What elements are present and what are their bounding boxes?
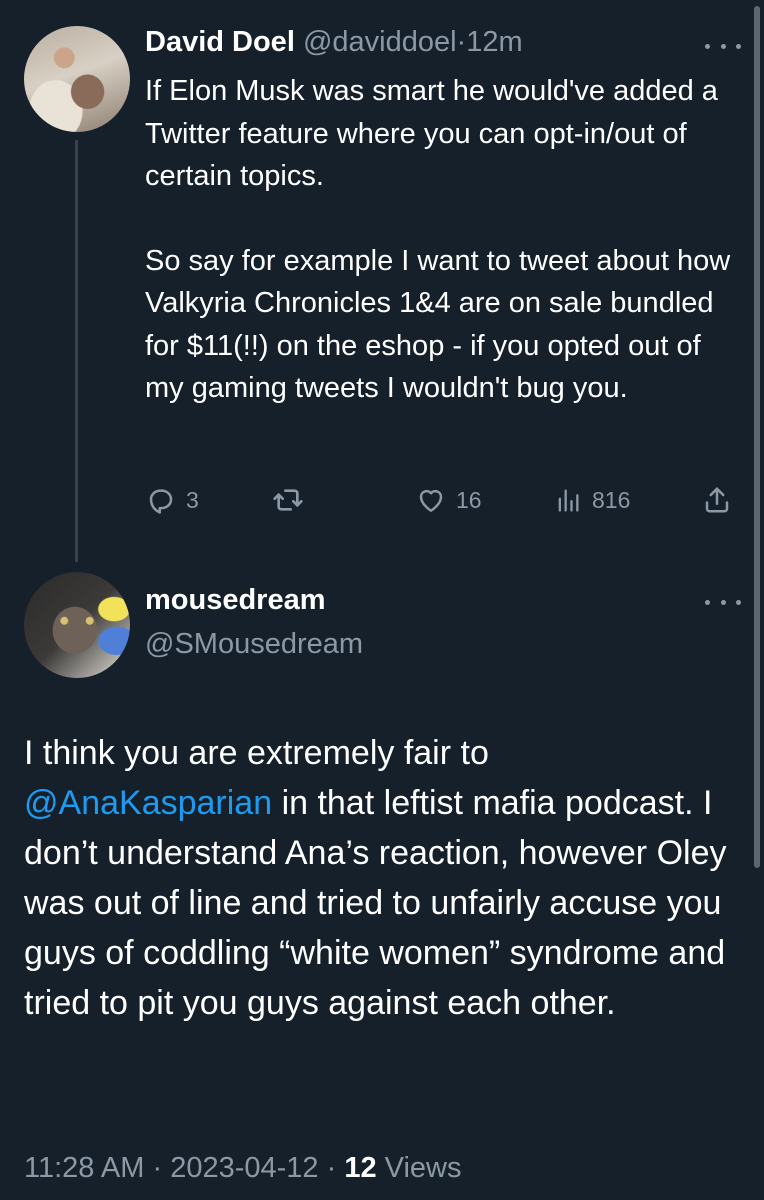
- focused-tweet-text: I think you are extremely fair to @AnaKa…: [24, 728, 740, 1028]
- tweet-text-start: I think you are extremely fair to: [24, 734, 489, 772]
- like-button[interactable]: 16: [416, 476, 482, 524]
- views-button[interactable]: 816: [554, 476, 630, 524]
- retweet-button[interactable]: [272, 476, 314, 524]
- mention-link[interactable]: @AnaKasparian: [24, 784, 272, 822]
- parent-tweet-text: If Elon Musk was smart he would've added…: [145, 70, 745, 410]
- tweet-action-bar: 3 16 816: [140, 476, 740, 524]
- avatar-smousedream[interactable]: [24, 572, 130, 678]
- more-icon[interactable]: [705, 592, 741, 612]
- tweet-meta-footer: 11:28 AM · 2023-04-12 · 12 Views: [24, 1146, 462, 1190]
- share-icon: [702, 485, 732, 515]
- share-button[interactable]: [702, 476, 732, 524]
- tweet-time[interactable]: 12m: [466, 26, 522, 58]
- reply-button[interactable]: 3: [146, 476, 199, 524]
- heart-icon: [416, 485, 446, 515]
- tweet-paragraph-1: If Elon Musk was smart he would've added…: [145, 75, 726, 192]
- avatar-daviddoel[interactable]: [24, 26, 130, 132]
- scrollbar[interactable]: [754, 6, 760, 868]
- reply-count: 3: [186, 486, 199, 513]
- author-display-name[interactable]: mousedream: [145, 580, 326, 620]
- views-label: Views: [384, 1152, 462, 1184]
- thread-connector-line: [75, 140, 78, 562]
- views-number: 12: [344, 1152, 377, 1184]
- author-handle[interactable]: @daviddoel: [303, 26, 457, 58]
- footer-separator: ·: [326, 1152, 337, 1184]
- tweet-timestamp[interactable]: 11:28 AM: [24, 1152, 144, 1184]
- views-count: 816: [592, 486, 631, 513]
- more-icon[interactable]: [705, 36, 741, 56]
- tweet-paragraph-2: So say for example I want to tweet about…: [145, 244, 739, 405]
- tweet-date[interactable]: 2023-04-12: [170, 1152, 318, 1184]
- retweet-icon: [272, 484, 304, 516]
- tweet-header: David Doel @daviddoel·12m: [145, 22, 523, 62]
- reply-icon: [146, 485, 176, 515]
- author-handle[interactable]: @SMousedream: [145, 624, 363, 664]
- header-separator: ·: [456, 26, 467, 58]
- like-count: 16: [456, 486, 482, 513]
- footer-separator: ·: [152, 1152, 163, 1184]
- author-display-name[interactable]: David Doel: [145, 26, 295, 58]
- views-chart-icon: [554, 486, 582, 514]
